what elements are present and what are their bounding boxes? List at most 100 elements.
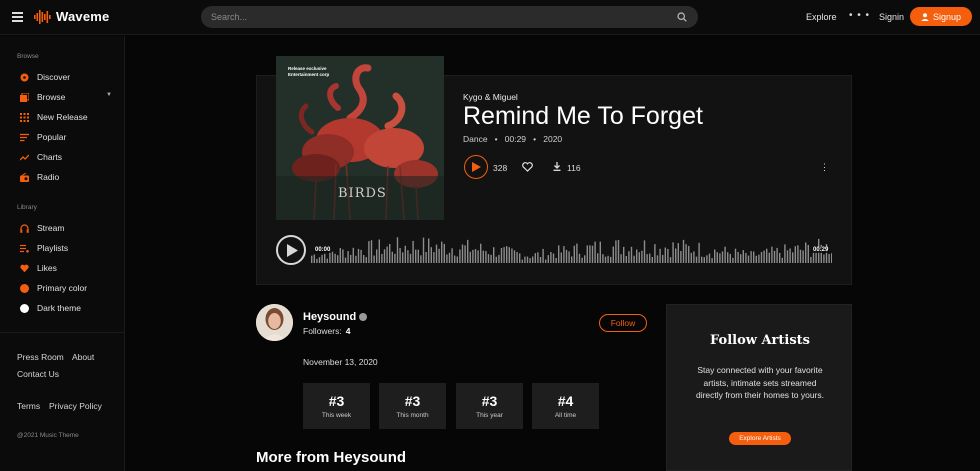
sidebar: Browse Discover Browse ▼ New Release Pop… <box>0 36 125 471</box>
explore-artists-button[interactable]: Explore Artists <box>729 432 791 445</box>
playlist-icon <box>20 244 29 253</box>
menu-icon[interactable] <box>12 12 23 22</box>
followers-label: Followers: <box>303 326 342 336</box>
top-bar: Waveme Explore • • • Signin Signup <box>0 0 980 35</box>
more-vertical-icon[interactable]: ⋮ <box>820 162 829 173</box>
rank-all-time: #4 All time <box>532 383 599 429</box>
sidebar-item-playlists[interactable]: Playlists <box>20 241 120 255</box>
sidebar-item-primary-color[interactable]: Primary color <box>20 281 120 295</box>
sidebar-item-label: Discover <box>37 72 71 82</box>
chevron-down-icon[interactable]: ▼ <box>106 92 112 98</box>
track-year: 2020 <box>543 134 563 144</box>
sidebar-item-label: Likes <box>37 263 57 273</box>
sidebar-divider <box>0 332 124 333</box>
grid-icon <box>20 112 29 122</box>
sidebar-item-label: Browse <box>37 92 66 102</box>
artist-name[interactable]: Heysound <box>303 311 356 323</box>
rank-label: This week <box>321 412 352 419</box>
album-cover[interactable]: Release exclusive Entertainment corp BIR… <box>276 56 444 220</box>
rank-this-month: #3 This month <box>379 383 446 429</box>
rank-value: #4 <box>557 393 574 409</box>
sidebar-item-dark-theme[interactable]: Dark theme <box>20 301 120 315</box>
sidebar-item-stream[interactable]: Stream <box>20 221 120 235</box>
sidebar-item-label: Charts <box>37 152 63 162</box>
waveform-play-button[interactable] <box>276 235 306 265</box>
track-title: Remind Me To Forget <box>463 102 703 130</box>
sidebar-item-label: Dark theme <box>37 303 81 313</box>
disc-icon <box>20 73 29 82</box>
rank-value: #3 <box>404 393 421 409</box>
privacy-link[interactable]: Privacy Policy <box>49 401 102 411</box>
track-genre[interactable]: Dance <box>463 134 488 144</box>
popular-icon <box>20 133 29 142</box>
download-icon[interactable] <box>553 162 561 171</box>
app-name: Waveme <box>56 9 110 24</box>
rank-value: #3 <box>328 393 345 409</box>
track-artist[interactable]: Kygo & Miguel <box>463 92 518 102</box>
rank-label: All time <box>554 412 577 419</box>
heart-icon <box>20 264 29 273</box>
terms-link[interactable]: Terms <box>17 401 40 411</box>
sidebar-item-label: Stream <box>37 223 65 233</box>
avatar-image <box>256 304 293 341</box>
rank-this-year: #3 This year <box>456 383 523 429</box>
chart-icon <box>20 153 29 162</box>
play-button[interactable] <box>464 155 488 179</box>
rank-label: This year <box>476 412 503 419</box>
sidebar-item-label: Primary color <box>37 283 88 293</box>
about-link[interactable]: About <box>72 352 94 362</box>
user-icon <box>921 12 929 21</box>
follow-button[interactable]: Follow <box>599 314 647 332</box>
waveform-logo-icon <box>34 9 51 24</box>
white-swatch-icon <box>20 303 29 313</box>
cover-tag: Release exclusive Entertainment corp <box>288 66 330 77</box>
track-duration: 00:29 <box>504 134 527 144</box>
press-room-link[interactable]: Press Room <box>17 352 64 362</box>
rank-value: #3 <box>481 393 498 409</box>
sidebar-item-discover[interactable]: Discover <box>20 70 120 84</box>
library-section-label: Library <box>17 204 37 211</box>
follow-artists-panel: Follow Artists Stay connected with your … <box>666 304 852 471</box>
sidebar-item-browse[interactable]: Browse ▼ <box>20 90 120 104</box>
orange-swatch-icon <box>20 283 29 293</box>
followers: Followers: 4 <box>303 326 350 336</box>
signup-label: Signup <box>932 11 962 22</box>
sidebar-item-new-release[interactable]: New Release <box>20 110 120 124</box>
nav-explore-link[interactable]: Explore <box>806 12 837 22</box>
followers-count: 4 <box>345 326 351 336</box>
more-menu-icon[interactable]: • • • <box>849 10 870 21</box>
release-date: November 13, 2020 <box>303 357 378 367</box>
follow-panel-text: Stay connected with your favorite artist… <box>695 365 824 400</box>
play-count: 328 <box>493 163 508 173</box>
headphones-icon <box>20 223 29 233</box>
play-icon <box>287 244 298 257</box>
rank-this-week: #3 This week <box>303 383 370 429</box>
like-heart-icon[interactable] <box>522 162 533 172</box>
sidebar-item-likes[interactable]: Likes <box>20 261 120 275</box>
sidebar-item-charts[interactable]: Charts <box>20 150 120 164</box>
sidebar-item-label: Popular <box>37 132 67 142</box>
signin-link[interactable]: Signin <box>879 12 904 22</box>
waveform-seekbar[interactable] <box>311 236 832 263</box>
signup-button[interactable]: Signup <box>910 7 972 26</box>
search-input[interactable] <box>201 6 698 28</box>
artist-avatar[interactable] <box>256 304 293 341</box>
cover-title: BIRDS <box>338 186 387 201</box>
more-from-heading: More from Heysound <box>256 449 407 466</box>
sidebar-item-radio[interactable]: Radio <box>20 170 120 184</box>
meta-separator: • <box>489 134 503 144</box>
play-icon <box>472 162 481 172</box>
verified-badge-icon <box>359 313 367 321</box>
contact-link[interactable]: Contact Us <box>17 369 59 379</box>
logo[interactable]: Waveme <box>34 9 109 24</box>
search-icon[interactable] <box>677 12 687 22</box>
sidebar-item-label: Playlists <box>37 243 69 253</box>
time-elapsed: 00:00 <box>314 247 332 253</box>
sidebar-item-popular[interactable]: Popular <box>20 130 120 144</box>
time-total: 00:29 <box>812 247 830 253</box>
track-meta: Dance • 00:29 • 2020 <box>463 134 562 144</box>
browse-section-label: Browse <box>17 53 39 60</box>
download-count: 116 <box>567 163 581 173</box>
rank-label: This month <box>396 412 429 419</box>
copyright: @2021 Music Theme <box>17 432 79 439</box>
